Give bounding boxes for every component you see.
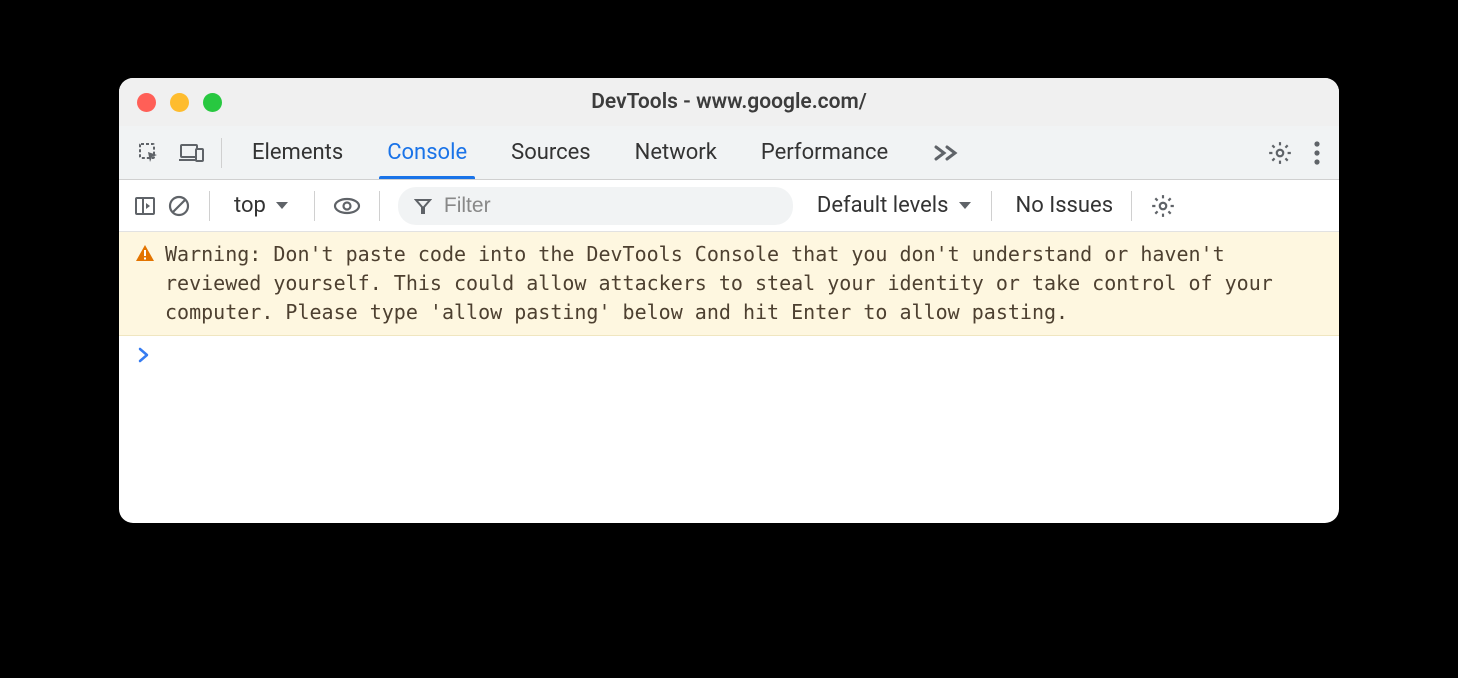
device-toolbar-icon[interactable] [179, 141, 205, 165]
settings-icon[interactable] [1267, 140, 1293, 166]
divider [314, 191, 315, 221]
close-window-button[interactable] [137, 93, 156, 112]
more-options-icon[interactable] [1313, 140, 1321, 166]
tab-sources[interactable]: Sources [489, 126, 613, 179]
tab-console[interactable]: Console [365, 126, 489, 179]
prompt-chevron-icon [137, 346, 151, 364]
console-settings-icon[interactable] [1150, 193, 1176, 219]
clear-console-icon[interactable] [167, 194, 191, 218]
issues-button[interactable]: No Issues [1016, 193, 1114, 218]
divider [209, 191, 210, 221]
console-toolbar: top Default levels No Issues [119, 180, 1339, 232]
inspect-element-icon[interactable] [137, 141, 161, 165]
log-levels-label: Default levels [817, 193, 949, 218]
live-expression-icon[interactable] [333, 196, 361, 216]
divider [991, 191, 992, 221]
divider [379, 191, 380, 221]
toggle-sidebar-icon[interactable] [133, 194, 157, 218]
filter-input[interactable] [444, 194, 777, 218]
filter-icon [414, 197, 432, 215]
log-levels-selector[interactable]: Default levels [817, 193, 973, 218]
minimize-window-button[interactable] [170, 93, 189, 112]
console-warning-text: Warning: Don't paste code into the DevTo… [165, 240, 1321, 327]
console-prompt[interactable] [119, 336, 1339, 374]
maximize-window-button[interactable] [203, 93, 222, 112]
console-warning-row: Warning: Don't paste code into the DevTo… [119, 232, 1339, 336]
tabs-list: Elements Console Sources Network Perform… [230, 126, 982, 179]
more-tabs-button[interactable] [910, 126, 982, 179]
chevron-down-icon [274, 200, 290, 212]
tab-elements[interactable]: Elements [230, 126, 365, 179]
console-output: Warning: Don't paste code into the DevTo… [119, 232, 1339, 523]
warning-icon [135, 243, 155, 327]
divider [221, 138, 222, 168]
context-label: top [234, 193, 266, 218]
divider [1131, 191, 1132, 221]
window-title: DevTools - www.google.com/ [591, 90, 867, 114]
devtools-window: DevTools - www.google.com/ Elements Con [119, 78, 1339, 523]
traffic-lights [137, 93, 222, 112]
filter-field[interactable] [398, 187, 793, 225]
tabs-bar: Elements Console Sources Network Perform… [119, 126, 1339, 180]
tab-performance[interactable]: Performance [739, 126, 910, 179]
context-selector[interactable]: top [228, 193, 296, 218]
chevron-down-icon [957, 200, 973, 212]
titlebar: DevTools - www.google.com/ [119, 78, 1339, 126]
tab-network[interactable]: Network [613, 126, 739, 179]
